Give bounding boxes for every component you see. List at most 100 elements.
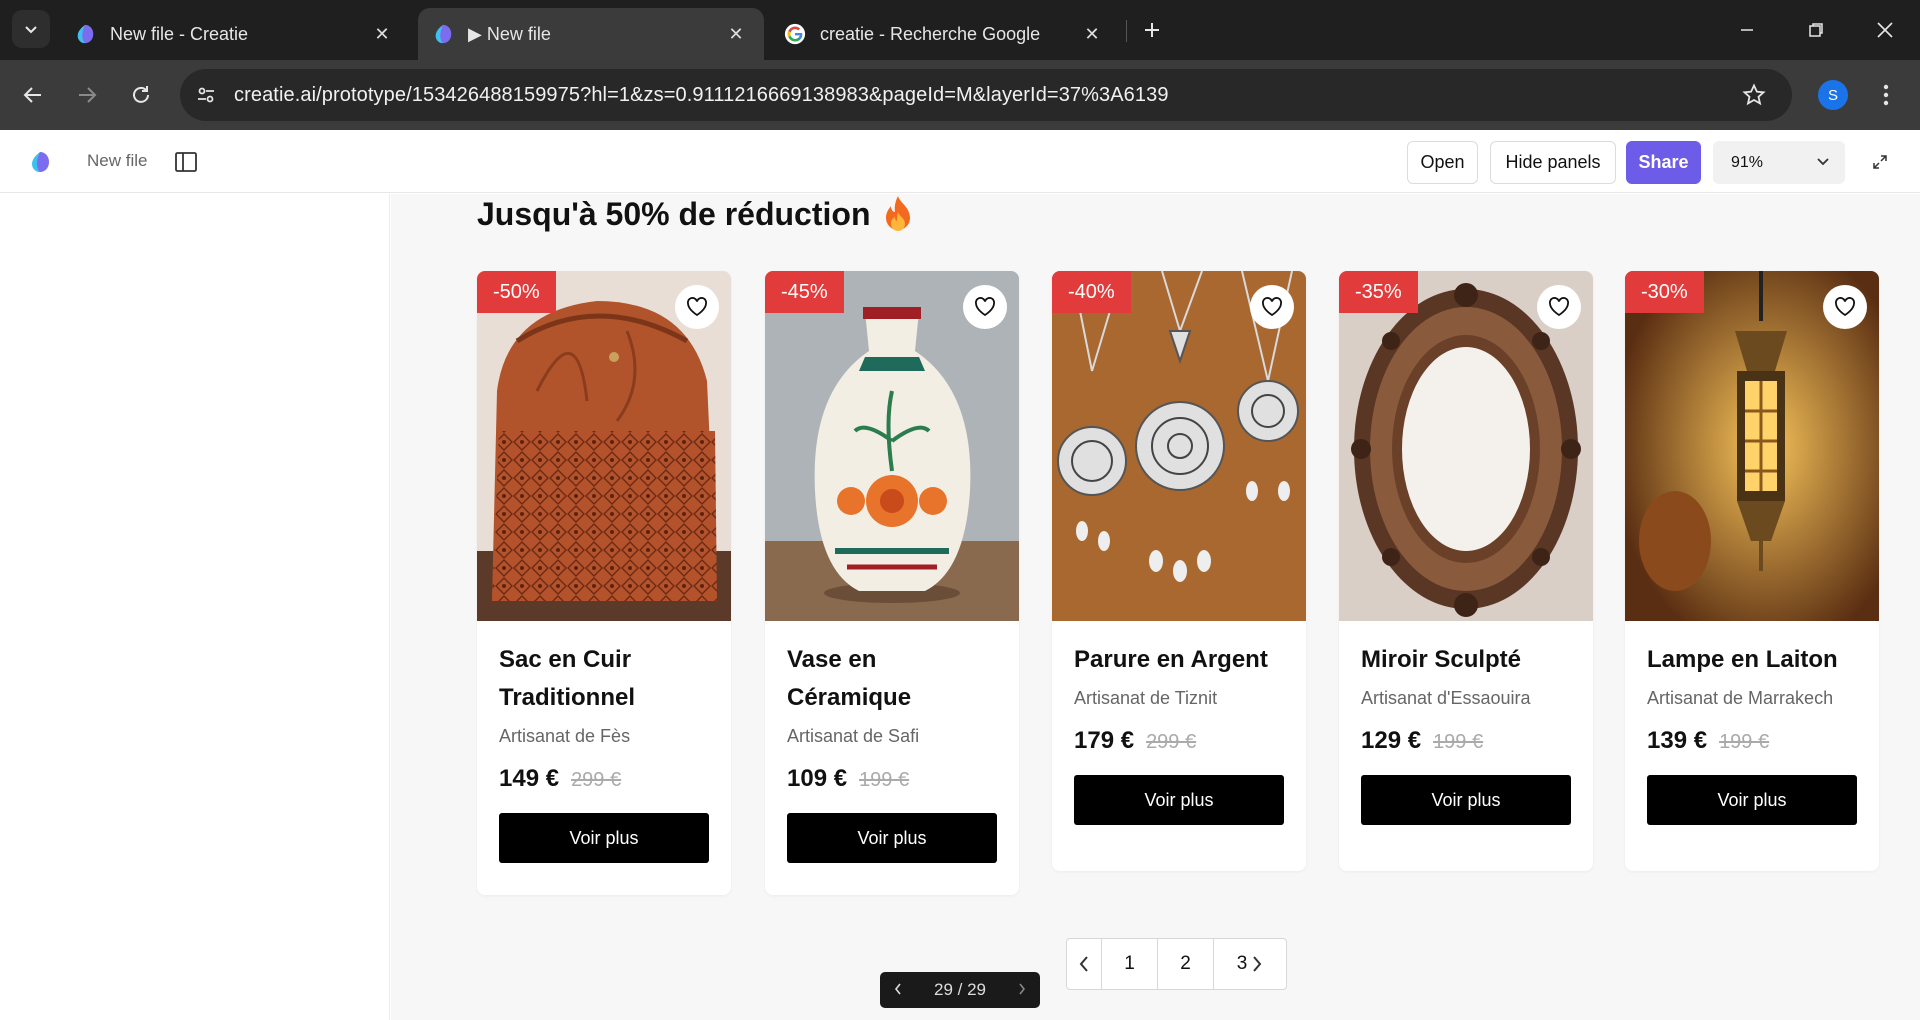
address-bar[interactable]: creatie.ai/prototype/153426488159975?hl=… xyxy=(180,69,1792,121)
page-button-1[interactable]: 1 xyxy=(1101,939,1157,989)
voir-plus-button[interactable]: Voir plus xyxy=(1074,775,1284,825)
app-toolbar: New file Open Hide panels Share 91% xyxy=(0,130,1920,193)
prev-page-button[interactable] xyxy=(1067,939,1101,989)
section-heading: Jusqu'à 50% de réduction xyxy=(477,194,916,234)
product-info: Sac en Cuir Traditionnel Artisanat de Fè… xyxy=(499,641,709,863)
restore-icon xyxy=(1809,23,1823,37)
product-name: Sac en Cuir Traditionnel xyxy=(499,646,636,711)
price-row: 129 € 199 € xyxy=(1361,727,1571,755)
discount-badge: -50% xyxy=(477,271,556,313)
page-number: 3 xyxy=(1236,953,1248,974)
arrow-left-icon xyxy=(23,87,41,103)
browser-menu-button[interactable] xyxy=(1868,76,1904,114)
voir-plus-button[interactable]: Voir plus xyxy=(787,813,997,863)
browser-tab-bar: New file - Creatie ✕ ▶ New file ✕ creati… xyxy=(0,0,1920,60)
share-button[interactable]: Share xyxy=(1626,141,1701,184)
file-name[interactable]: New file xyxy=(87,151,147,171)
creatie-logo-icon[interactable] xyxy=(28,150,52,174)
more-vert-icon xyxy=(1883,84,1889,106)
sidebar-icon xyxy=(175,152,197,172)
browser-tab[interactable]: creatie - Recherche Google ✕ xyxy=(770,8,1120,60)
minimize-button[interactable] xyxy=(1727,10,1767,50)
sale-price: 179 € xyxy=(1074,727,1135,754)
back-button[interactable] xyxy=(14,76,52,114)
prev-frame-button[interactable] xyxy=(894,980,902,1000)
frame-counter: 29 / 29 xyxy=(934,980,986,999)
google-icon xyxy=(784,23,806,45)
hide-panels-button[interactable]: Hide panels xyxy=(1490,141,1616,184)
tab-search-button[interactable] xyxy=(12,10,50,48)
favorite-button[interactable] xyxy=(675,285,719,329)
forward-button[interactable] xyxy=(68,76,106,114)
close-icon[interactable]: ✕ xyxy=(1078,20,1106,48)
reload-button[interactable] xyxy=(122,76,160,114)
product-maker: Artisanat de Fès xyxy=(499,726,631,746)
product-card[interactable]: -40% Parure en Argent Artisanat de Tizni… xyxy=(1052,271,1306,871)
original-price: 299 € xyxy=(571,769,622,791)
toggle-sidebar-button[interactable] xyxy=(173,149,199,175)
restore-button[interactable] xyxy=(1796,10,1836,50)
next-frame-button[interactable] xyxy=(1018,980,1026,1000)
product-maker: Artisanat d'Essaouira xyxy=(1361,688,1531,708)
discount-badge: -45% xyxy=(765,271,844,313)
heart-icon xyxy=(975,297,995,317)
product-info: Lampe en Laiton Artisanat de Marrakech 1… xyxy=(1647,641,1857,825)
product-maker: Artisanat de Safi xyxy=(787,726,920,746)
browser-toolbar: creatie.ai/prototype/153426488159975?hl=… xyxy=(0,60,1920,130)
price-row: 179 € 299 € xyxy=(1074,727,1284,755)
product-card[interactable]: -30% Lampe en Laiton Artisanat de Marrak… xyxy=(1625,271,1879,871)
voir-plus-button[interactable]: Voir plus xyxy=(499,813,709,863)
chevron-down-icon xyxy=(25,26,37,34)
favorite-button[interactable] xyxy=(963,285,1007,329)
left-panel xyxy=(0,194,390,1020)
favorite-button[interactable] xyxy=(1537,285,1581,329)
prototype-frame-nav: 29 / 29 xyxy=(880,972,1040,1008)
heart-icon xyxy=(687,297,707,317)
profile-avatar[interactable]: S xyxy=(1818,80,1848,110)
product-maker: Artisanat de Tiznit xyxy=(1074,688,1218,708)
open-button[interactable]: Open xyxy=(1407,141,1478,184)
chevron-right-icon xyxy=(1253,956,1262,972)
prototype-canvas: Jusqu'à 50% de réduction -50% Sac en Cui… xyxy=(391,194,1920,1020)
favorite-button[interactable] xyxy=(1823,285,1867,329)
discount-badge: -40% xyxy=(1052,271,1131,313)
close-icon[interactable]: ✕ xyxy=(368,20,396,48)
plus-icon xyxy=(1145,23,1159,37)
chevron-right-icon xyxy=(1019,983,1026,995)
site-info-button[interactable] xyxy=(186,75,226,115)
discount-badge: -30% xyxy=(1625,271,1704,313)
fullscreen-button[interactable] xyxy=(1868,150,1892,174)
sale-price: 129 € xyxy=(1361,727,1422,754)
voir-plus-button[interactable]: Voir plus xyxy=(1361,775,1571,825)
creatie-icon xyxy=(77,24,94,44)
tune-icon xyxy=(198,87,214,103)
browser-tab[interactable]: New file - Creatie ✕ xyxy=(60,8,410,60)
new-tab-button[interactable] xyxy=(1136,14,1168,46)
close-icon[interactable]: ✕ xyxy=(722,20,750,48)
product-card[interactable]: -50% Sac en Cuir Traditionnel Artisanat … xyxy=(477,271,731,895)
heart-icon xyxy=(1835,297,1855,317)
favorite-button[interactable] xyxy=(1250,285,1294,329)
arrow-right-icon xyxy=(79,87,97,103)
voir-plus-button[interactable]: Voir plus xyxy=(1647,775,1857,825)
tab-title: ▶ New file xyxy=(468,23,551,44)
minimize-icon xyxy=(1741,29,1753,31)
zoom-value: 91% xyxy=(1731,153,1764,171)
product-name: Vase en Céramique xyxy=(787,646,912,711)
product-card[interactable]: -45% Vase en Céramique Artisanat de Safi… xyxy=(765,271,1019,895)
fire-icon xyxy=(886,196,911,231)
original-price: 199 € xyxy=(859,769,910,791)
close-window-button[interactable] xyxy=(1865,10,1905,50)
url-text: creatie.ai/prototype/153426488159975?hl=… xyxy=(234,83,1169,106)
product-card[interactable]: -35% Miroir Sculpté Artisanat d'Essaouir… xyxy=(1339,271,1593,871)
page-button-3[interactable]: 3 xyxy=(1213,939,1286,989)
browser-tab-active[interactable]: ▶ New file ✕ xyxy=(418,8,764,60)
bookmark-button[interactable] xyxy=(1736,77,1772,113)
price-row: 149 € 299 € xyxy=(499,765,709,793)
tab-title: New file - Creatie xyxy=(110,23,249,44)
pagination: 1 2 3 xyxy=(1066,938,1287,990)
zoom-select[interactable]: 91% xyxy=(1713,141,1845,184)
star-icon xyxy=(1742,83,1766,106)
product-name: Parure en Argent xyxy=(1074,646,1268,673)
page-button-2[interactable]: 2 xyxy=(1157,939,1213,989)
